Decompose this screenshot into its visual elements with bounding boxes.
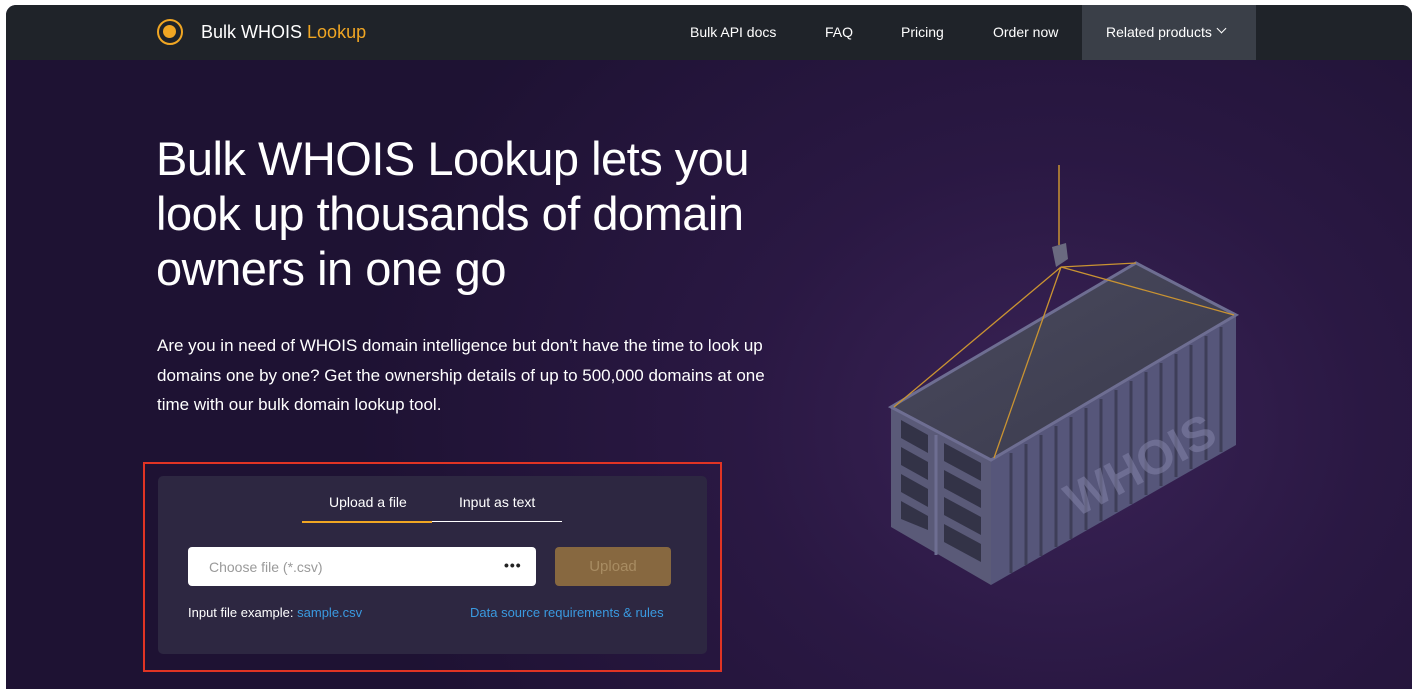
page-frame: Bulk WHOIS Lookup Bulk API docs FAQ Pric… bbox=[6, 5, 1412, 689]
browse-icon[interactable]: ••• bbox=[504, 557, 522, 573]
input-example: Input file example: sample.csv bbox=[188, 605, 362, 620]
tab-upload-file[interactable]: Upload a file bbox=[329, 494, 407, 510]
chevron-down-icon bbox=[1216, 23, 1227, 34]
nav-bulk-api-docs[interactable]: Bulk API docs bbox=[690, 24, 776, 40]
hero-description: Are you in need of WHOIS domain intellig… bbox=[157, 336, 765, 414]
nav-related-products[interactable]: Related products bbox=[1082, 5, 1256, 60]
nav-faq[interactable]: FAQ bbox=[825, 24, 853, 40]
brand-name[interactable]: Bulk WHOIS Lookup bbox=[201, 22, 366, 43]
top-navbar: Bulk WHOIS Lookup Bulk API docs FAQ Pric… bbox=[6, 5, 1412, 60]
brand-accent: Lookup bbox=[307, 22, 367, 42]
related-products-label: Related products bbox=[1106, 24, 1212, 40]
data-source-rules-link[interactable]: Data source requirements & rules bbox=[470, 605, 664, 620]
sample-csv-link[interactable]: sample.csv bbox=[297, 605, 362, 620]
tab-input-as-text[interactable]: Input as text bbox=[459, 494, 535, 510]
brand-main: Bulk WHOIS bbox=[201, 22, 303, 42]
file-chooser-input[interactable]: Choose file (*.csv) ••• bbox=[188, 547, 536, 586]
logo-icon[interactable] bbox=[157, 19, 183, 45]
nav-order-now[interactable]: Order now bbox=[993, 24, 1058, 40]
nav-pricing[interactable]: Pricing bbox=[901, 24, 944, 40]
active-tab-indicator bbox=[302, 521, 432, 523]
upload-panel: Upload a file Input as text Choose file … bbox=[158, 476, 707, 654]
example-label: Input file example: bbox=[188, 605, 294, 620]
hero-title: Bulk WHOIS Lookup lets you look up thous… bbox=[156, 132, 750, 295]
upload-button[interactable]: Upload bbox=[555, 547, 671, 586]
file-input-placeholder: Choose file (*.csv) bbox=[209, 559, 323, 575]
shipping-container-illustration: WHOIS bbox=[887, 165, 1240, 585]
